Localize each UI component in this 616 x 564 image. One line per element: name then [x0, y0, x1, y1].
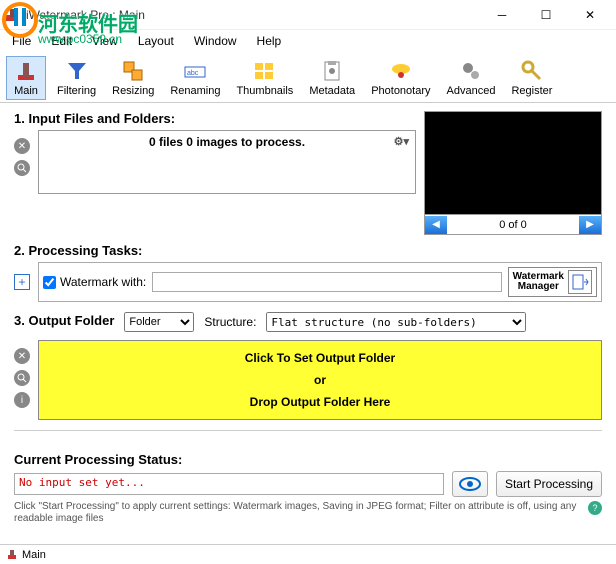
tab-metadata[interactable]: Metadata [304, 56, 360, 100]
watermark-with-input[interactable] [152, 272, 501, 292]
metadata-icon [320, 59, 344, 83]
output-type-select[interactable]: Folder [124, 312, 194, 332]
watermark-checkbox[interactable]: Watermark with: [43, 275, 146, 289]
tab-renaming[interactable]: abc Renaming [165, 56, 225, 100]
resize-icon [121, 59, 145, 83]
preview-counter: 0 of 0 [447, 219, 579, 231]
start-processing-button[interactable]: Start Processing [496, 471, 602, 497]
tab-thumbnails[interactable]: Thumbnails [231, 56, 298, 100]
preview-next-button[interactable]: ▶ [579, 216, 601, 234]
footer-label: Main [22, 549, 46, 561]
app-icon [4, 7, 20, 23]
stamp-icon [14, 59, 38, 83]
zoom-output-button[interactable] [14, 370, 30, 386]
preview-processing-button[interactable] [452, 471, 488, 497]
input-section-label: 1. Input Files and Folders: [14, 111, 416, 126]
window-titlebar: iWatermark Pro : Main ─ ☐ ✕ [0, 0, 616, 30]
key-icon [520, 59, 544, 83]
output-folder-dropzone[interactable]: Click To Set Output Folder or Drop Outpu… [38, 340, 602, 420]
tab-filtering[interactable]: Filtering [52, 56, 101, 100]
tab-main[interactable]: Main [6, 56, 46, 100]
status-bar: Main [0, 544, 616, 564]
maximize-button[interactable]: ☐ [524, 1, 568, 29]
close-button[interactable]: ✕ [568, 1, 612, 29]
menu-file[interactable]: File [4, 32, 39, 50]
info-output-button[interactable]: i [14, 392, 30, 408]
output-section-label: 3. Output Folder [14, 313, 114, 328]
preview-image [424, 111, 602, 215]
minimize-button[interactable]: ─ [480, 1, 524, 29]
menu-window[interactable]: Window [186, 32, 245, 50]
input-files-message: 0 files 0 images to process. [149, 135, 305, 149]
input-gear-dropdown[interactable]: ⚙▾ [394, 135, 409, 148]
zoom-input-button[interactable] [14, 160, 30, 176]
preview-panel: ◀ 0 of 0 ▶ [424, 111, 602, 235]
watermark-manager-icon [568, 270, 592, 294]
add-task-button[interactable]: + [14, 274, 30, 290]
thumbnails-icon [253, 59, 277, 83]
gears-icon [459, 59, 483, 83]
watermark-manager-button[interactable]: Watermark Manager [508, 267, 597, 297]
menu-layout[interactable]: Layout [130, 32, 182, 50]
clear-input-button[interactable]: ✕ [14, 138, 30, 154]
tab-register[interactable]: Register [506, 56, 557, 100]
menu-help[interactable]: Help [249, 32, 290, 50]
help-button[interactable]: ? [588, 501, 602, 515]
status-message: No input set yet... [14, 473, 444, 495]
tab-photonotary[interactable]: Photonotary [366, 56, 435, 100]
window-title: iWatermark Pro : Main [26, 8, 480, 22]
rename-icon: abc [183, 59, 207, 83]
tab-resizing[interactable]: Resizing [107, 56, 159, 100]
pin-icon [6, 549, 18, 561]
menu-bar: File Edit View Layout Window Help [0, 30, 616, 52]
tab-advanced[interactable]: Advanced [442, 56, 501, 100]
input-files-box[interactable]: 0 files 0 images to process. ⚙▾ [38, 130, 416, 194]
menu-edit[interactable]: Edit [43, 32, 80, 50]
tasks-section-label: 2. Processing Tasks: [14, 243, 602, 258]
status-label: Current Processing Status: [14, 452, 602, 467]
structure-select[interactable]: Flat structure (no sub-folders) [266, 312, 526, 332]
eye-icon [459, 477, 481, 491]
toolbar: Main Filtering Resizing abc Renaming Thu… [0, 52, 616, 103]
status-hint: Click "Start Processing" to apply curren… [14, 501, 582, 525]
structure-label: Structure: [204, 315, 256, 329]
svg-text:abc: abc [187, 70, 199, 77]
divider [14, 430, 602, 440]
preview-prev-button[interactable]: ◀ [425, 216, 447, 234]
clear-output-button[interactable]: ✕ [14, 348, 30, 364]
cloud-pin-icon [389, 59, 413, 83]
funnel-icon [65, 59, 89, 83]
menu-view[interactable]: View [84, 32, 126, 50]
